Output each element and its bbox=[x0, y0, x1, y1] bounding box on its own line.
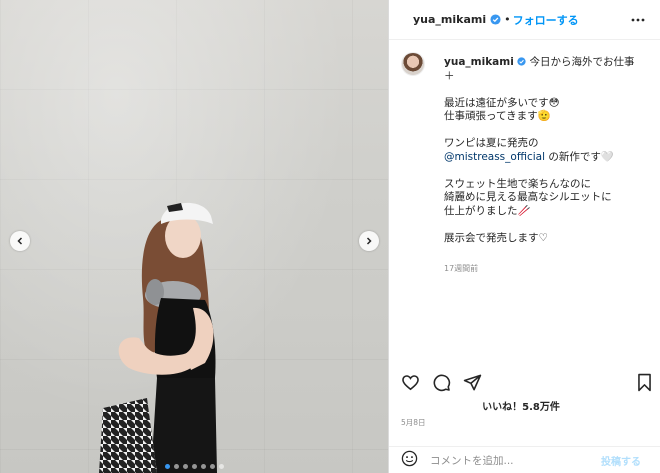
carousel-dot bbox=[164, 464, 170, 469]
action-bar bbox=[401, 370, 653, 394]
post-header: yua_mikami • フォローする bbox=[389, 0, 660, 40]
mention-link[interactable]: @mistreass_official bbox=[444, 151, 545, 163]
more-options-icon[interactable] bbox=[630, 12, 646, 32]
carousel-dot bbox=[200, 464, 206, 469]
caption-body-end: の新作です🤍 スウェット生地で楽ちんなのに 綺麗めに見える最高なシルエットに 仕… bbox=[444, 150, 614, 244]
person-photo bbox=[99, 202, 217, 473]
chevron-left-icon bbox=[17, 237, 23, 245]
carousel-dot bbox=[173, 464, 179, 469]
carousel-dot bbox=[191, 464, 197, 469]
comment-bar: コメントを追加... 投稿する bbox=[389, 446, 660, 473]
avatar[interactable] bbox=[401, 52, 425, 76]
chevron-right-icon bbox=[366, 237, 372, 245]
header-username[interactable]: yua_mikami bbox=[413, 13, 486, 26]
caption-first-line: 今日から海外でお仕事 bbox=[529, 56, 635, 68]
header-separator: • bbox=[504, 13, 511, 26]
carousel-indicator bbox=[0, 464, 388, 469]
post-details-panel: yua_mikami • フォローする yua_mikami 今日から海外でお仕… bbox=[388, 0, 660, 473]
comment-input[interactable]: コメントを追加... bbox=[430, 453, 514, 468]
verified-badge-icon bbox=[517, 56, 526, 68]
post-photo[interactable] bbox=[0, 0, 388, 473]
prev-slide-button[interactable] bbox=[10, 231, 30, 251]
heart-icon[interactable] bbox=[401, 373, 420, 392]
caption-body: ＋ 最近は遠征が多いです😳 仕事頑張ってきます🫡 ワンピは夏に発売の bbox=[444, 69, 560, 150]
bookmark-icon[interactable] bbox=[636, 373, 653, 392]
carousel-dot bbox=[218, 464, 224, 469]
comment-icon[interactable] bbox=[432, 373, 451, 392]
post-date[interactable]: 5月8日 bbox=[401, 417, 426, 428]
share-icon[interactable] bbox=[463, 373, 482, 392]
post-comment-button[interactable]: 投稿する bbox=[601, 453, 641, 468]
caption-text: yua_mikami 今日から海外でお仕事 ＋ 最近は遠征が多いです😳 仕事頑張… bbox=[444, 56, 649, 245]
carousel-dot bbox=[182, 464, 188, 469]
verified-badge-icon bbox=[490, 14, 501, 25]
carousel-dot bbox=[209, 464, 215, 469]
like-count[interactable]: いいね！5.8万件 bbox=[401, 398, 641, 413]
caption-username[interactable]: yua_mikami bbox=[444, 56, 514, 68]
next-slide-button[interactable] bbox=[359, 231, 379, 251]
follow-button[interactable]: フォローする bbox=[513, 12, 579, 28]
emoji-icon[interactable] bbox=[401, 450, 418, 471]
caption-time[interactable]: 17週間前 bbox=[444, 263, 478, 274]
